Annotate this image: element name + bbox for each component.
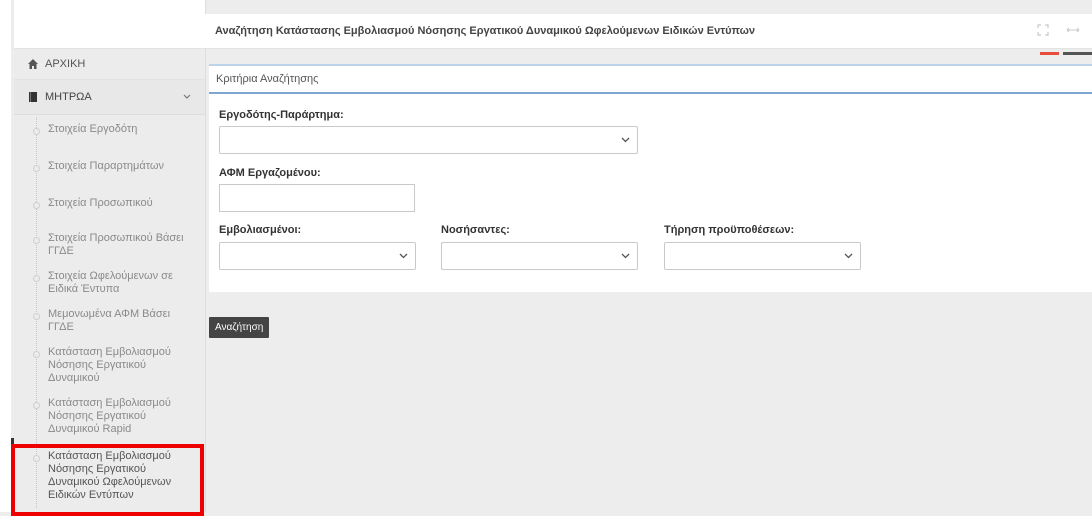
sick-select[interactable] — [441, 242, 638, 270]
left-edge-strip — [0, 0, 11, 512]
panel-title: Κριτήρια Αναζήτησης — [209, 66, 1092, 94]
page-header: Αναζήτηση Κατάστασης Εμβολιασμού Νόσησης… — [205, 14, 1092, 49]
header-accent-dark — [1063, 52, 1092, 55]
sidebar-item-label: Κατάσταση Εμβολιασμού Νόσησης Εργατικού … — [48, 397, 171, 435]
sidebar-item-home[interactable]: ΑΡΧΙΚΗ — [14, 49, 205, 80]
sidebar-item-label: Στοιχεία Παραρτημάτων — [48, 160, 165, 172]
sidebar-item-label: Κατάσταση Εμβολιασμού Νόσησης Εργατικού … — [48, 346, 171, 384]
sidebar-item-label: Στοιχεία Εργοδότη — [48, 123, 138, 135]
employer-select[interactable] — [219, 126, 638, 154]
chevron-down-icon — [621, 137, 630, 143]
vaccinated-select[interactable] — [219, 242, 416, 270]
sick-label: Νοσήσαντες: — [441, 224, 510, 236]
chevron-down-icon — [844, 253, 853, 259]
vaccinated-label: Εμβολιασμένοι: — [219, 224, 302, 236]
arrows-horizontal-icon[interactable] — [1065, 22, 1081, 38]
chevron-down-icon — [621, 253, 630, 259]
sidebar-item-label: Στοιχεία Ωφελούμενων σε Ειδικά Έντυπα — [48, 270, 173, 295]
search-criteria-panel: Κριτήρια Αναζήτησης Εργοδότης-Παράρτημα:… — [209, 64, 1092, 292]
sidebar-item-vaccination-status[interactable]: Κατάσταση Εμβολιασμού Νόσησης Εργατικού … — [14, 340, 205, 391]
search-button[interactable]: Αναζήτηση — [209, 317, 270, 338]
sidebar: ΑΡΧΙΚΗ ΜΗΤΡΩΑ Στοιχεία Εργοδότη Στοιχεία… — [14, 0, 206, 512]
sidebar-item-label: Μεμονωμένα ΑΦΜ Βάσει ΓΓΔΕ — [48, 308, 171, 333]
sidebar-item-registry[interactable]: ΜΗΤΡΩΑ — [14, 80, 205, 115]
sidebar-item-vaccination-status-beneficiaries[interactable]: Κατάσταση Εμβολιασμού Νόσησης Εργατικού … — [14, 444, 205, 508]
conditions-select[interactable] — [664, 242, 861, 270]
sidebar-item-single-afm[interactable]: Μεμονωμένα ΑΦΜ Βάσει ΓΓΔΕ — [14, 302, 205, 340]
sidebar-item-label: Κατάσταση Εμβολιασμού Νόσησης Εργατικού … — [48, 450, 172, 501]
sidebar-item-staff-ggde[interactable]: Στοιχεία Προσωπικού Βάσει ΓΓΔΕ — [14, 226, 205, 264]
sidebar-item-beneficiaries[interactable]: Στοιχεία Ωφελούμενων σε Ειδικά Έντυπα — [14, 264, 205, 302]
header-accent-red — [1040, 52, 1059, 55]
sidebar-item-label: Στοιχεία Προσωπικού Βάσει ΓΓΔΕ — [48, 232, 184, 257]
afm-label: ΑΦΜ Εργαζομένου: — [219, 167, 321, 179]
sidebar-item-home-label: ΑΡΧΙΚΗ — [45, 58, 86, 70]
sidebar-item-staff-data[interactable]: Στοιχεία Προσωπικού — [14, 191, 205, 216]
employer-label: Εργοδότης-Παράρτημα: — [219, 109, 344, 121]
sidebar-item-registry-label: ΜΗΤΡΩΑ — [45, 91, 92, 103]
sidebar-item-label: Στοιχεία Προσωπικού — [48, 197, 153, 209]
sidebar-item-employer-data[interactable]: Στοιχεία Εργοδότη — [14, 117, 205, 142]
sidebar-item-vaccination-status-rapid[interactable]: Κατάσταση Εμβολιασμού Νόσησης Εργατικού … — [14, 391, 205, 442]
sidebar-item-branches-data[interactable]: Στοιχεία Παραρτημάτων — [14, 154, 205, 179]
page-title: Αναζήτηση Κατάστασης Εμβολιασμού Νόσησης… — [215, 25, 756, 37]
sidebar-header — [14, 0, 205, 49]
book-icon — [27, 91, 39, 103]
home-icon — [27, 58, 39, 70]
afm-input[interactable] — [219, 184, 415, 212]
expand-icon[interactable] — [1035, 22, 1051, 38]
chevron-down-icon — [183, 94, 191, 100]
registry-submenu: Στοιχεία Εργοδότη Στοιχεία Παραρτημάτων … — [14, 117, 205, 508]
chevron-down-icon — [399, 253, 408, 259]
conditions-label: Τήρηση προϋποθέσεων: — [664, 224, 795, 236]
